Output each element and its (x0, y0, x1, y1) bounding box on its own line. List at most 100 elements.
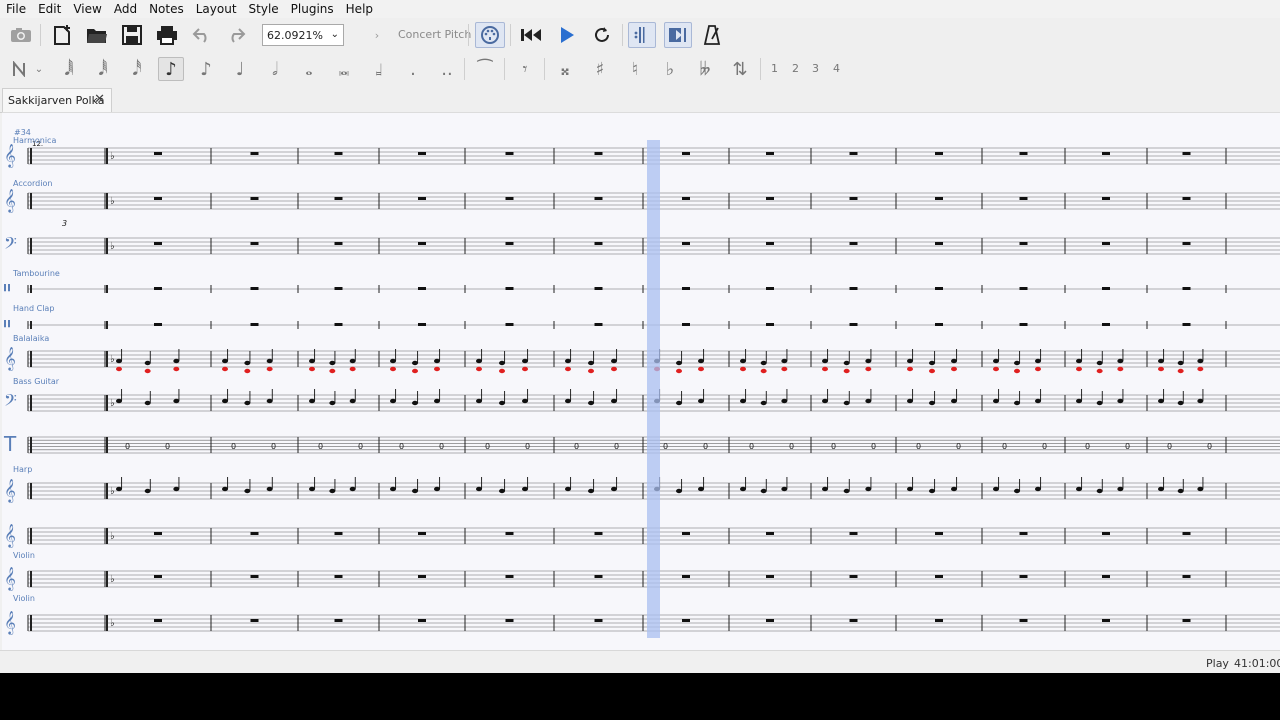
note-32nd-icon[interactable]: 𝅘𝅥𝅱 (90, 57, 116, 81)
whole-rest (1102, 242, 1110, 245)
score-canvas[interactable]: 𝄞 ♭ 𝄞 ♭ 𝄢 ♭ 𝄥 𝄥 𝄞 ♭ 𝄢 ♭ T 0 0 0 0 0 0 0 0 0 0 0 0 0 0 0 0 0 0 0 0 0 0 0 0 0 0 𝄞… (2, 112, 1280, 651)
note-longa-icon[interactable]: 𝆷 (366, 57, 392, 81)
note-head (522, 486, 528, 492)
natural-icon[interactable]: ♮ (622, 57, 648, 81)
note-head (907, 398, 913, 404)
whole-rest (935, 287, 943, 290)
instrument-label-accordion[interactable]: Accordion (13, 179, 52, 188)
note-half-icon[interactable]: 𝅗𝅥 (262, 57, 288, 81)
flat-icon[interactable]: ♭ (657, 57, 683, 81)
menu-help[interactable]: Help (340, 0, 379, 18)
flip-direction-icon[interactable]: ⇅ (727, 57, 753, 81)
instrument-label-tambourine[interactable]: Tambourine (12, 269, 60, 278)
note-head (499, 400, 505, 406)
whole-rest (250, 287, 259, 290)
save-icon[interactable] (120, 24, 144, 46)
instrument-label-violin-1[interactable]: Violin (13, 551, 35, 560)
note-16th-icon[interactable]: 𝅘𝅥𝅰 (124, 57, 150, 81)
double-flat-icon[interactable]: 𝄫 (692, 57, 718, 81)
note-head (740, 398, 746, 404)
voice-1-button[interactable]: 1 (771, 62, 778, 75)
menu-add[interactable]: Add (108, 0, 143, 18)
sharp-icon[interactable]: ♯ (587, 57, 613, 81)
whole-rest (766, 532, 774, 535)
instrument-label-harmonica[interactable]: Harmonica (13, 136, 56, 145)
playback-cursor (647, 140, 660, 638)
menu-file[interactable]: File (0, 0, 32, 18)
voice-4-button[interactable]: 4 (833, 62, 840, 75)
chevron-right-icon[interactable]: › (372, 28, 382, 42)
rewind-icon[interactable] (518, 24, 544, 46)
whole-rest (250, 323, 259, 326)
instrument-label-bass-guitar[interactable]: Bass Guitar (13, 377, 60, 386)
score-view[interactable]: 𝄞 ♭ 𝄞 ♭ 𝄢 ♭ 𝄥 𝄥 𝄞 ♭ 𝄢 ♭ T 0 0 0 0 0 0 0 0 0 0 0 0 0 0 0 0 0 0 0 0 0 0 0 0 0 0 𝄞… (2, 113, 1280, 651)
double-dot-icon[interactable]: .. (434, 57, 460, 81)
note-head (865, 486, 872, 492)
note-head (1076, 358, 1082, 364)
zoom-select[interactable]: 62.0921% ⌄ (262, 24, 344, 46)
note-head (588, 360, 594, 366)
tuplet-number[interactable]: 3 (62, 219, 67, 228)
note-head (173, 486, 180, 492)
note-head-red (522, 366, 528, 372)
clef-icon: 𝄞 (4, 478, 16, 503)
instrument-label-hand-clap[interactable]: Hand Clap (13, 304, 54, 313)
note-breve-icon[interactable]: 𝅜 (331, 57, 357, 81)
undo-icon[interactable] (190, 24, 214, 46)
repeat-playback-icon[interactable] (628, 22, 656, 48)
rest-icon[interactable]: 𝄾 (512, 57, 538, 81)
menu-plugins[interactable]: Plugins (285, 0, 340, 18)
note-head (822, 486, 828, 492)
note-head (760, 488, 767, 494)
note-head (173, 398, 180, 404)
key-signature-icon: ♭ (110, 241, 115, 252)
note-64th-icon[interactable]: 𝅘𝅥𝅲 (56, 57, 82, 81)
whole-rest (418, 323, 426, 326)
instrument-label-balalaika[interactable]: Balalaika (13, 334, 49, 343)
menu-layout[interactable]: Layout (190, 0, 243, 18)
voice-3-button[interactable]: 3 (812, 62, 819, 75)
note-head (1096, 360, 1103, 366)
concert-pitch-toggle[interactable]: Concert Pitch (398, 28, 471, 41)
menu-style[interactable]: Style (243, 0, 285, 18)
augmentation-dot-icon[interactable]: . (400, 57, 426, 81)
note-quarter-icon[interactable]: ♩ (227, 57, 253, 81)
new-score-icon[interactable] (50, 24, 74, 46)
note-head-red (434, 366, 440, 372)
note-head (1014, 400, 1020, 406)
loop-icon[interactable] (589, 24, 615, 46)
tab-fret-number: 0 (525, 442, 530, 451)
note-input-mode-icon[interactable] (8, 57, 34, 81)
note-head (476, 398, 482, 404)
note-head (740, 486, 746, 492)
note-eighth-alt-icon[interactable]: ♪ (193, 57, 219, 81)
camera-icon[interactable] (10, 26, 32, 44)
note-head-red (698, 366, 704, 372)
redo-icon[interactable] (224, 24, 248, 46)
instrument-label-harp[interactable]: Harp (13, 465, 32, 474)
note-head (951, 398, 957, 404)
note-head-red (781, 366, 788, 372)
play-icon[interactable] (554, 24, 580, 46)
menu-notes[interactable]: Notes (143, 0, 190, 18)
metronome-icon[interactable] (700, 24, 724, 46)
open-folder-icon[interactable] (85, 24, 109, 46)
double-sharp-icon[interactable]: 𝄪 (552, 57, 578, 81)
instrument-label-violin-2[interactable]: Violin (13, 594, 35, 603)
menu-view[interactable]: View (67, 0, 107, 18)
pan-score-icon[interactable] (664, 22, 692, 48)
voice-2-button[interactable]: 2 (792, 62, 799, 75)
tie-icon[interactable]: ⁀ (472, 57, 498, 81)
note-head (1014, 360, 1020, 366)
note-head-red (676, 368, 682, 374)
note-eighth-icon[interactable]: ♪ (158, 57, 184, 81)
menu-edit[interactable]: Edit (32, 0, 67, 18)
note-whole-icon[interactable]: 𝅝 (296, 57, 322, 81)
close-icon[interactable]: ✕ (94, 92, 105, 107)
print-icon[interactable] (155, 24, 179, 46)
midi-input-icon[interactable] (475, 22, 505, 48)
tab-fret-number: 0 (574, 442, 579, 451)
chevron-down-icon[interactable]: ⌄ (32, 57, 46, 81)
whole-rest (250, 152, 259, 155)
score-tab[interactable]: Sakkijarven Polka ✕ (2, 88, 112, 112)
